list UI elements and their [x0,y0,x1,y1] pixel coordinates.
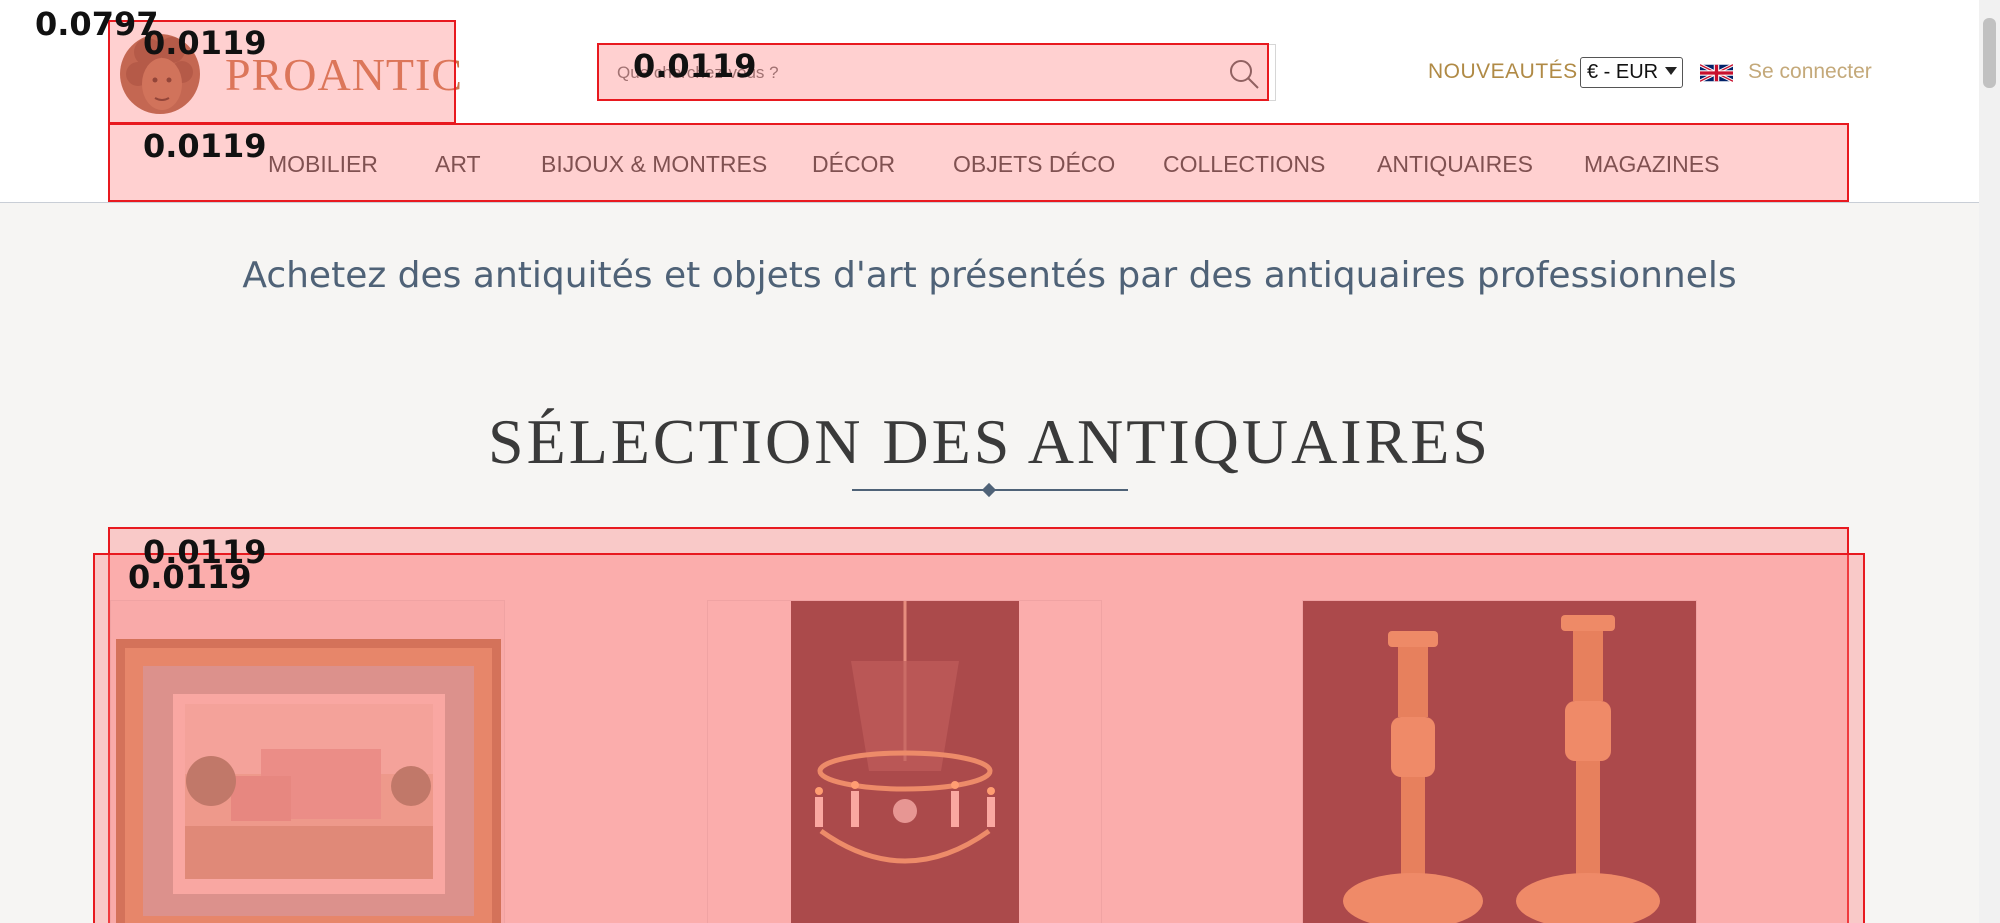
title-divider-ornament [981,482,997,498]
uk-flag-icon[interactable] [1700,61,1733,85]
annotation-label-nav: 0.0119 [143,127,267,165]
page-subtitle: Achetez des antiquités et objets d'art p… [242,255,1737,296]
annotation-label-search: 0.0119 [633,47,757,85]
section-title: SÉLECTION DES ANTIQUAIRES [488,406,1491,477]
login-link[interactable]: Se connecter [1748,60,1872,84]
chevron-down-icon [1665,67,1677,75]
currency-value: € - EUR [1587,61,1659,83]
page-scrollbar[interactable] [1979,0,2000,923]
annotation-box-cards-b [93,553,1865,923]
annotation-label-logo: 0.0119 [143,24,267,62]
nouveautes-link[interactable]: NOUVEAUTÉS [1428,60,1578,84]
annotation-label-cards-b: 0.0119 [128,558,252,596]
currency-select[interactable]: € - EUR [1580,57,1683,88]
annotation-box-nav [108,123,1849,202]
annotation-label-page: 0.0797 [35,5,159,43]
scrollbar-thumb[interactable] [1983,18,1996,88]
